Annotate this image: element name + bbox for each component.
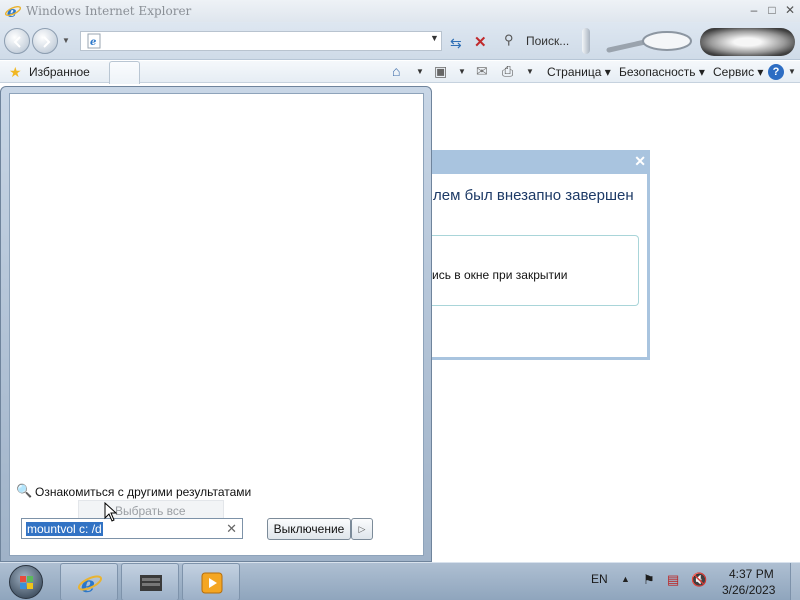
address-dropdown-icon[interactable]: ▼ (430, 33, 439, 43)
ie-logo-icon: e (5, 3, 21, 19)
home-dropdown-icon[interactable]: ▼ (416, 67, 424, 76)
history-dropdown-icon[interactable]: ▼ (62, 36, 70, 45)
context-tooltip[interactable]: Выбрать все (78, 500, 224, 520)
clock-date[interactable]: 3/26/2023 (722, 583, 775, 597)
mouse-cursor-icon (104, 502, 118, 522)
print-dropdown-icon[interactable]: ▼ (526, 67, 534, 76)
home-icon[interactable]: ⌂ (392, 63, 400, 79)
dialog-header: ✕ (428, 150, 650, 174)
tooltip-text: Выбрать все (115, 504, 186, 518)
language-indicator[interactable]: EN (591, 572, 608, 586)
page-menu[interactable]: Страница ▾ (547, 65, 611, 79)
address-toolbar: ▼ e ▼ ⇆ ✕ ⚲ Поиск... (0, 22, 800, 60)
minimize-button[interactable]: – (746, 2, 762, 18)
refresh-icon[interactable]: ⇆ (450, 35, 462, 52)
taskbar-explorer-button[interactable] (121, 563, 179, 600)
search-placeholder: Поиск... (526, 34, 570, 48)
maximize-button[interactable]: □ (764, 2, 780, 18)
media-player-icon (201, 572, 223, 594)
close-button[interactable]: ✕ (782, 2, 798, 18)
action-center-flag-icon[interactable]: ⚑ (643, 572, 655, 588)
favorites-star-icon[interactable]: ★ (9, 64, 22, 81)
safety-menu[interactable]: Безопасность ▾ (619, 65, 705, 79)
shutdown-button[interactable]: Выключение (267, 518, 351, 540)
feeds-dropdown-icon[interactable]: ▼ (458, 67, 466, 76)
print-icon[interactable]: ⎙ (502, 63, 513, 80)
search-results-icon: 🔍 (16, 483, 33, 498)
taskbar-ie-button[interactable]: e (60, 563, 118, 600)
forward-arrow-icon (43, 36, 51, 48)
forward-button[interactable] (32, 28, 58, 54)
volume-muted-icon[interactable]: 🔇 (691, 572, 707, 588)
dialog-option-box[interactable]: ись в окне при закрытии (425, 235, 639, 306)
command-bar: ★ Избранное ⌂ ▼ ▣ ▼ ✉ ⎙ ▼ Страница ▾ Без… (0, 61, 800, 84)
more-results-link[interactable]: Ознакомиться с другими результатами (35, 485, 251, 499)
dialog-close-icon[interactable]: ✕ (634, 153, 646, 170)
back-arrow-icon (13, 36, 21, 48)
show-desktop-button[interactable] (790, 563, 800, 600)
window-title: Windows Internet Explorer (26, 4, 192, 18)
start-search-input[interactable]: mountvol c: /d ✕ (21, 518, 243, 539)
clock-time[interactable]: 4:37 PM (729, 567, 774, 581)
start-search-value: mountvol c: /d (26, 522, 103, 536)
clear-search-icon[interactable]: ✕ (226, 521, 237, 537)
show-hidden-icons-icon[interactable]: ▲ (621, 574, 630, 584)
help-icon[interactable]: ? (768, 64, 784, 80)
taskbar: e EN ▲ ⚑ ▤ 🔇 4:37 PM 3/26/2023 (0, 562, 800, 600)
svg-text:e: e (81, 572, 95, 596)
dialog-message: лем был внезапно завершен (433, 187, 634, 204)
crash-dialog: ✕ лем был внезапно завершен ись в окне п… (425, 150, 650, 360)
taskbar-media-button[interactable] (182, 563, 240, 600)
toolbar-divider (582, 28, 590, 54)
safety-menu-label: Безопасность (619, 65, 696, 79)
start-button[interactable] (9, 565, 43, 599)
ie-titlebar: e Windows Internet Explorer – □ ✕ (0, 0, 800, 22)
blank-tab[interactable] (109, 61, 140, 84)
address-field[interactable]: e (80, 31, 442, 51)
tools-menu[interactable]: Сервис ▾ (713, 65, 763, 79)
svg-text:e: e (90, 37, 96, 48)
shutdown-options-button[interactable]: ▷ (351, 518, 373, 540)
feeds-icon[interactable]: ▣ (434, 63, 447, 80)
page-menu-label: Страница (547, 65, 602, 79)
stop-icon[interactable]: ✕ (474, 33, 487, 51)
search-icon: ⚲ (504, 32, 514, 47)
help-dropdown-icon[interactable]: ▼ (788, 67, 796, 76)
ie-taskbar-icon: e (77, 572, 103, 596)
magnifier-graphic-icon (606, 31, 692, 53)
tools-menu-label: Сервис (713, 65, 755, 79)
windows-logo-icon (20, 576, 33, 589)
page-ie-icon: e (87, 33, 101, 49)
search-field[interactable]: ⚲ Поиск... (498, 31, 580, 51)
network-icon[interactable]: ▤ (667, 572, 679, 588)
media-center-icon (140, 575, 162, 591)
toolbar-glass-icon[interactable] (700, 28, 795, 56)
back-button[interactable] (4, 28, 30, 54)
mail-icon[interactable]: ✉ (476, 63, 488, 80)
favorites-button[interactable]: Избранное (29, 65, 90, 79)
dialog-option-text: ись в окне при закрытии (432, 268, 568, 282)
